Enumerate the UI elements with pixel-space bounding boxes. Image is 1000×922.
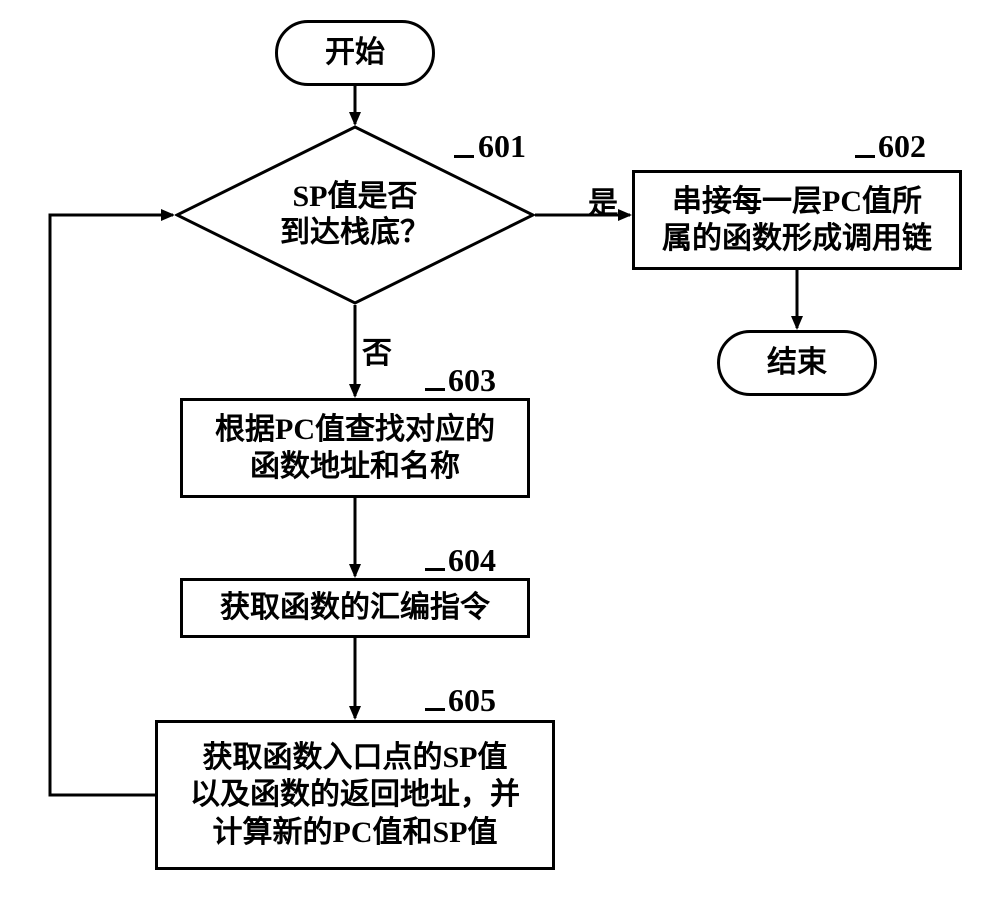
arrows-layer bbox=[0, 0, 1000, 922]
